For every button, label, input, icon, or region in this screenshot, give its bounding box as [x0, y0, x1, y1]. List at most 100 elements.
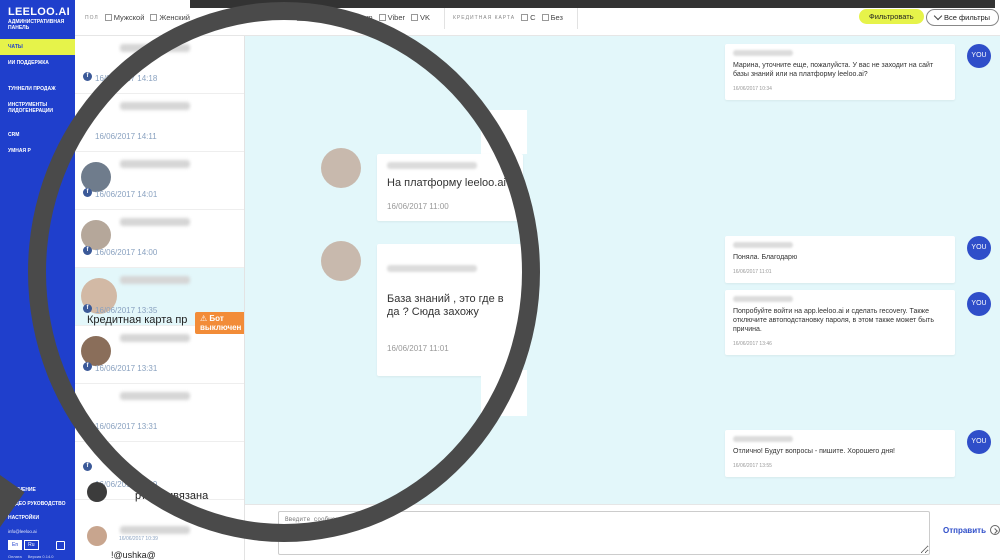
sender-name-blurred	[733, 296, 793, 302]
language-switch: En Ru	[8, 540, 39, 550]
sidebar-bottom: ОБУЧЕНИЕ ВИДЕО РУКОВОДСТВО НАСТРОЙКИ inf…	[0, 483, 75, 538]
gender-male-checkbox[interactable]: Мужской	[104, 13, 145, 22]
message-outgoing: Поняла. Благодарю 16/06/2017 11:01	[725, 236, 955, 283]
message-input[interactable]	[278, 511, 930, 555]
chat-time: 16/06/2017 10:39	[119, 536, 158, 542]
sidebar: LEELOO.AI АДМИНИСТРАТИВНАЯ ПАНЕЛЬ ЧАТЫ И…	[0, 0, 75, 560]
message-time: 16/06/2017 11:01	[387, 344, 449, 353]
message-text: Марина, уточните еще, пожалуйста. У вас …	[733, 62, 934, 78]
chat-time: 16/06/2017 14:18	[95, 74, 158, 83]
chat-list-item[interactable]: 16/06/2017 10:39 !@ushka@	[75, 522, 244, 560]
channel-facebook-checkbox[interactable]: Facebook	[258, 13, 291, 22]
checkbox-icon	[521, 14, 529, 21]
sidebar-item-learning[interactable]: ОБУЧЕНИЕ	[0, 483, 75, 497]
checkbox-icon	[296, 14, 304, 21]
checkbox-icon	[378, 14, 386, 21]
sidebar-item-smart[interactable]: УМНАЯ Р	[0, 143, 75, 159]
contact-name-blurred	[120, 334, 190, 342]
chevron-down-icon	[933, 11, 943, 21]
filter-button[interactable]: Фильтровать	[859, 9, 924, 24]
you-avatar: YOU	[967, 44, 991, 68]
channel-skype-label: Skype	[305, 13, 327, 22]
message-outgoing: Марина, уточните еще, пожалуйста. У вас …	[725, 44, 955, 100]
gender-female-checkbox[interactable]: Женский	[150, 13, 190, 22]
card-without-checkbox[interactable]: Без	[541, 13, 563, 22]
logo[interactable]: LEELOO.AI АДМИНИСТРАТИВНАЯ ПАНЕЛЬ	[0, 6, 75, 31]
message-stub	[481, 110, 527, 154]
card-with-checkbox[interactable]: С	[521, 13, 536, 22]
message-time: 16/06/2017 13:55	[733, 463, 772, 469]
chat-time: 16/06/2017 13:31	[95, 422, 158, 431]
logout-icon[interactable]	[56, 541, 65, 550]
sidebar-item-ai-support[interactable]: ИИ ПОДДЕРЖКА	[0, 55, 75, 71]
sender-name-blurred	[733, 436, 793, 442]
chat-list-item[interactable]: 16/06/2017 13:31	[75, 384, 244, 442]
you-avatar: YOU	[967, 292, 991, 316]
all-filters-button[interactable]: Все фильтры	[926, 9, 1000, 26]
gender-label: ПОЛ	[85, 14, 99, 21]
message-thread: Марина, уточните еще, пожалуйста. У вас …	[245, 36, 1000, 504]
message-composer: Отправить	[245, 504, 1000, 560]
chat-list-item[interactable]: f 16/06/2017 13:31	[75, 326, 244, 384]
you-avatar: YOU	[967, 236, 991, 260]
checkbox-icon	[104, 14, 112, 21]
checkbox-icon	[541, 14, 549, 21]
facebook-icon: f	[83, 304, 92, 313]
contact-avatar	[321, 148, 361, 188]
channel-telegram-label: Telegram	[341, 13, 373, 22]
lang-ru-button[interactable]: Ru	[24, 540, 39, 550]
message-text: Отлично! Будут вопросы - пишите. Хорошег…	[733, 448, 895, 455]
channel-skype-checkbox[interactable]: Skype	[296, 13, 327, 22]
sidebar-item-video-guide[interactable]: ВИДЕО РУКОВОДСТВО	[0, 497, 75, 511]
avatar	[87, 482, 107, 502]
sender-name-blurred	[387, 265, 477, 272]
payment-link[interactable]: Оплата	[8, 554, 22, 559]
sidebar-item-sales-funnels[interactable]: ТУННЕЛИ ПРОДАЖ	[0, 81, 75, 97]
gender-female-label: Женский	[159, 13, 190, 22]
channel-telegram-checkbox[interactable]: Telegram	[332, 13, 373, 22]
message-time: 16/06/2017 11:01	[733, 269, 772, 275]
checkbox-icon	[150, 14, 158, 21]
chat-time: 16/06/2017 13:31	[95, 364, 158, 373]
message-incoming: На платформу leeloo.ai 16/06/2017 11:00	[377, 154, 523, 221]
chat-list-item-active[interactable]: f 16/06/2017 13:35 Кредитная карта пр ⚠ …	[75, 268, 244, 334]
contact-name-blurred	[120, 392, 190, 400]
chat-list-item[interactable]: f 16/06/2017 14:18	[75, 36, 244, 94]
sidebar-item-leadgen-tools[interactable]: ИНСТРУМЕНТЫ ЛИДОГЕНЕРАЦИИ	[0, 97, 75, 119]
message-text: Поняла. Благодарю	[733, 254, 798, 261]
channel-viber-checkbox[interactable]: Viber	[378, 13, 405, 22]
logo-subtitle: АДМИНИСТРАТИВНАЯ ПАНЕЛЬ	[8, 19, 65, 31]
channel-vk-label: VK	[419, 13, 430, 22]
message-stub	[481, 370, 527, 416]
lang-en-button[interactable]: En	[8, 540, 23, 550]
sidebar-item-settings[interactable]: НАСТРОЙКИ	[0, 511, 75, 525]
chat-list-item[interactable]: f 16/06/2017 14:01	[75, 152, 244, 210]
avatar	[87, 526, 107, 546]
card-without-label: Без	[550, 13, 563, 22]
you-avatar: YOU	[967, 430, 991, 454]
chat-preview: Кредитная карта пр	[87, 314, 188, 326]
sidebar-nav: ЧАТЫ ИИ ПОДДЕРЖКА ТУННЕЛИ ПРОДАЖ ИНСТРУМ…	[0, 39, 75, 159]
gender-male-label: Мужской	[113, 13, 145, 22]
channel-vk-checkbox[interactable]: VK	[410, 13, 430, 22]
sender-name-blurred	[733, 50, 793, 56]
chat-preview: !@ushka@	[111, 550, 156, 560]
facebook-icon: f	[83, 462, 92, 471]
arrow-right-icon	[989, 525, 1000, 535]
send-button[interactable]: Отправить	[943, 525, 1000, 535]
sidebar-item-chats[interactable]: ЧАТЫ	[0, 39, 75, 55]
chat-list-item[interactable]: 16/06/2017 14:11	[75, 94, 244, 152]
sender-name-blurred	[733, 242, 793, 248]
sidebar-item-crm[interactable]: CRM	[0, 127, 75, 143]
contact-name-blurred	[120, 44, 190, 52]
chat-list-item[interactable]: f 16/06/2017 14:00	[75, 210, 244, 268]
sidebar-email[interactable]: info@leeloo.ai	[0, 525, 75, 538]
channel-facebook-label: Facebook	[257, 13, 291, 22]
chat-list-item[interactable]: f 16/06/2017 12:29 рта привязана	[75, 442, 244, 502]
checkbox-icon	[410, 14, 418, 21]
chat-preview: рта привязана	[135, 490, 209, 502]
chat-time: 16/06/2017 14:01	[95, 190, 158, 199]
message-outgoing: Отлично! Будут вопросы - пишите. Хорошег…	[725, 430, 955, 477]
contact-name-blurred	[120, 276, 190, 284]
message-time: 16/06/2017 11:00	[387, 202, 449, 211]
